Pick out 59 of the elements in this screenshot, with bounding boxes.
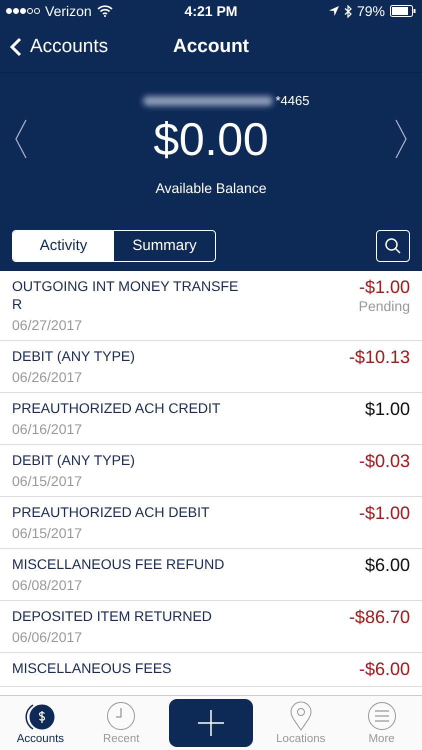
- battery-percent: 79%: [356, 3, 385, 19]
- segment-tab[interactable]: Summary: [114, 230, 215, 260]
- transaction-amount: -$1.00: [358, 277, 410, 298]
- tab-bar-item[interactable]: Accounts: [7, 701, 74, 745]
- search-icon: [384, 236, 402, 254]
- transaction-amount: -$6.00: [358, 659, 410, 680]
- account-number: *4465: [276, 93, 310, 108]
- clock: 4:21 PM: [184, 3, 238, 19]
- transaction-amount: -$10.13: [348, 347, 410, 368]
- balance-amount: $0.00: [153, 112, 269, 166]
- transaction-row[interactable]: PREAUTHORIZED ACH CREDIT 06/16/2017 $1.00: [0, 393, 422, 445]
- transaction-title: MISCELLANEOUS FEE REFUND: [12, 555, 224, 573]
- transaction-date: 06/08/2017: [12, 576, 84, 594]
- page-title: Account: [173, 36, 249, 58]
- transaction-date: 06/15/2017: [12, 472, 84, 490]
- transaction-date: 06/15/2017: [12, 524, 84, 542]
- wifi-icon: [96, 5, 113, 17]
- transaction-title: DEPOSITED ITEM RETURNED: [12, 607, 212, 625]
- previous-account-icon[interactable]: [15, 119, 27, 159]
- signal-icon: [6, 8, 40, 14]
- map-pin-icon: [288, 701, 313, 731]
- bluetooth-icon: [344, 4, 352, 18]
- transaction-amount: $6.00: [364, 555, 410, 576]
- transaction-row[interactable]: MISCELLANEOUS FEES -$6.00: [0, 653, 422, 687]
- transaction-row[interactable]: MISCELLANEOUS FEE REFUND 06/08/2017 $6.00: [0, 549, 422, 601]
- plus-icon: [198, 710, 224, 736]
- segment-tab[interactable]: Activity: [13, 230, 114, 260]
- search-button[interactable]: [376, 230, 410, 262]
- transaction-title: OUTGOING INT MONEY TRANSFE: [12, 277, 238, 295]
- transaction-amount: -$0.03: [358, 451, 410, 472]
- clock-icon: [106, 701, 136, 731]
- transaction-row[interactable]: DEBIT (ANY TYPE) 06/15/2017 -$0.03: [0, 445, 422, 497]
- transaction-title: DEBIT (ANY TYPE): [12, 451, 135, 469]
- transaction-title: PREAUTHORIZED ACH DEBIT: [12, 503, 210, 521]
- add-button[interactable]: [168, 699, 253, 747]
- back-button[interactable]: Accounts: [0, 36, 118, 58]
- carrier: Verizon: [45, 3, 92, 19]
- transaction-title: PREAUTHORIZED ACH CREDIT: [12, 399, 220, 417]
- battery-icon: [390, 5, 416, 17]
- transaction-date: 06/06/2017: [12, 628, 84, 646]
- menu-icon: [366, 701, 397, 731]
- transaction-row[interactable]: PREAUTHORIZED ACH DEBIT 06/15/2017 -$1.00: [0, 497, 422, 549]
- transaction-row[interactable]: DEBIT (ANY TYPE) 06/26/2017 -$10.13: [0, 341, 422, 393]
- transaction-date: 06/26/2017: [12, 368, 84, 386]
- transaction-row[interactable]: OUTGOING INT MONEY TRANSFE R 06/27/2017 -$1.00 Pending: [0, 271, 422, 341]
- location-icon: [328, 6, 339, 16]
- transaction-row[interactable]: DEPOSITED ITEM RETURNED 06/06/2017 -$86.70: [0, 601, 422, 653]
- chevron-left-icon: [10, 37, 22, 57]
- transaction-amount: -$86.70: [348, 607, 410, 628]
- balance-label: Available Balance: [155, 180, 267, 196]
- transaction-date: 06/27/2017: [12, 316, 84, 334]
- transaction-title: R: [12, 295, 24, 313]
- transaction-title: MISCELLANEOUS FEES: [12, 659, 172, 677]
- transaction-amount: -$1.00: [358, 503, 410, 524]
- next-account-icon[interactable]: [395, 119, 407, 159]
- transaction-amount: $1.00: [364, 399, 410, 420]
- transaction-date: 06/16/2017: [12, 420, 84, 438]
- transaction-status: Pending: [358, 298, 410, 314]
- transaction-title: DEBIT (ANY TYPE): [12, 347, 135, 365]
